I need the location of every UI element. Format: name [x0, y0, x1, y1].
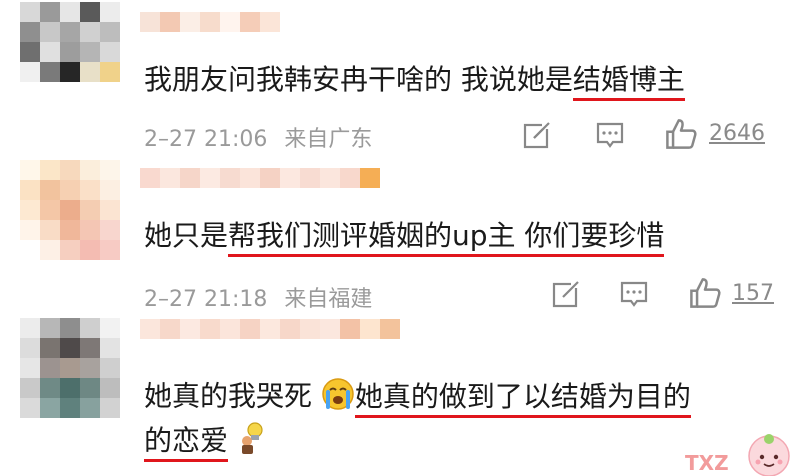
username-redacted[interactable]: [140, 168, 380, 208]
comment-time: 2–27 21:06: [144, 127, 268, 152]
avatar[interactable]: [20, 160, 120, 260]
comment-1: 我朋友问我韩安冉干啥的 我说她是结婚博主 2–27 21:06 来自广东 264…: [0, 0, 800, 160]
crying-face-icon: [321, 377, 355, 418]
username-redacted[interactable]: [140, 319, 400, 359]
svg-text:TXZ: TXZ: [685, 451, 729, 475]
lightbulb-icon: [237, 421, 267, 462]
avatar[interactable]: [20, 2, 120, 102]
comment-text: 我朋友问我韩安冉干啥的 我说她是结婚博主: [144, 63, 685, 101]
comment-3: 她真的我哭死 她真的做到了以结婚为目的 的恋爱: [0, 315, 800, 476]
highlighted-phrase: 的恋爱: [144, 423, 229, 462]
comment-location: 来自福建: [284, 287, 373, 312]
username-redacted[interactable]: [140, 12, 280, 52]
thumbs-up-icon[interactable]: [688, 276, 722, 310]
thumbs-up-icon[interactable]: [664, 117, 698, 151]
comment-text: 她真的我哭死 她真的做到了以结婚为目的: [144, 377, 691, 418]
watermark-logo: TXZ: [685, 434, 790, 476]
share-icon[interactable]: [551, 279, 581, 309]
highlighted-phrase: 她真的做到了以结婚为目的: [354, 379, 691, 418]
comment-text-line2: 的恋爱: [144, 421, 267, 462]
comment-location: 来自广东: [284, 127, 373, 152]
comment-meta: 2–27 21:06 来自广东: [144, 121, 372, 153]
share-icon[interactable]: [522, 120, 552, 150]
comment-icon[interactable]: [595, 120, 625, 150]
like-count[interactable]: 157: [732, 281, 774, 306]
comment-text: 她只是帮我们测评婚姻的up主 你们要珍惜: [144, 219, 665, 257]
highlighted-phrase: 帮我们测评婚姻的up主 你们要珍惜: [228, 219, 665, 257]
highlighted-phrase: 结婚博主: [572, 63, 685, 101]
like-count[interactable]: 2646: [709, 121, 765, 146]
comment-time: 2–27 21:18: [144, 287, 268, 312]
comment-2: 她只是帮我们测评婚姻的up主 你们要珍惜 2–27 21:18 来自福建 157: [0, 160, 800, 315]
avatar[interactable]: [20, 318, 120, 418]
comment-meta: 2–27 21:18 来自福建: [144, 281, 372, 313]
comment-icon[interactable]: [619, 279, 649, 309]
